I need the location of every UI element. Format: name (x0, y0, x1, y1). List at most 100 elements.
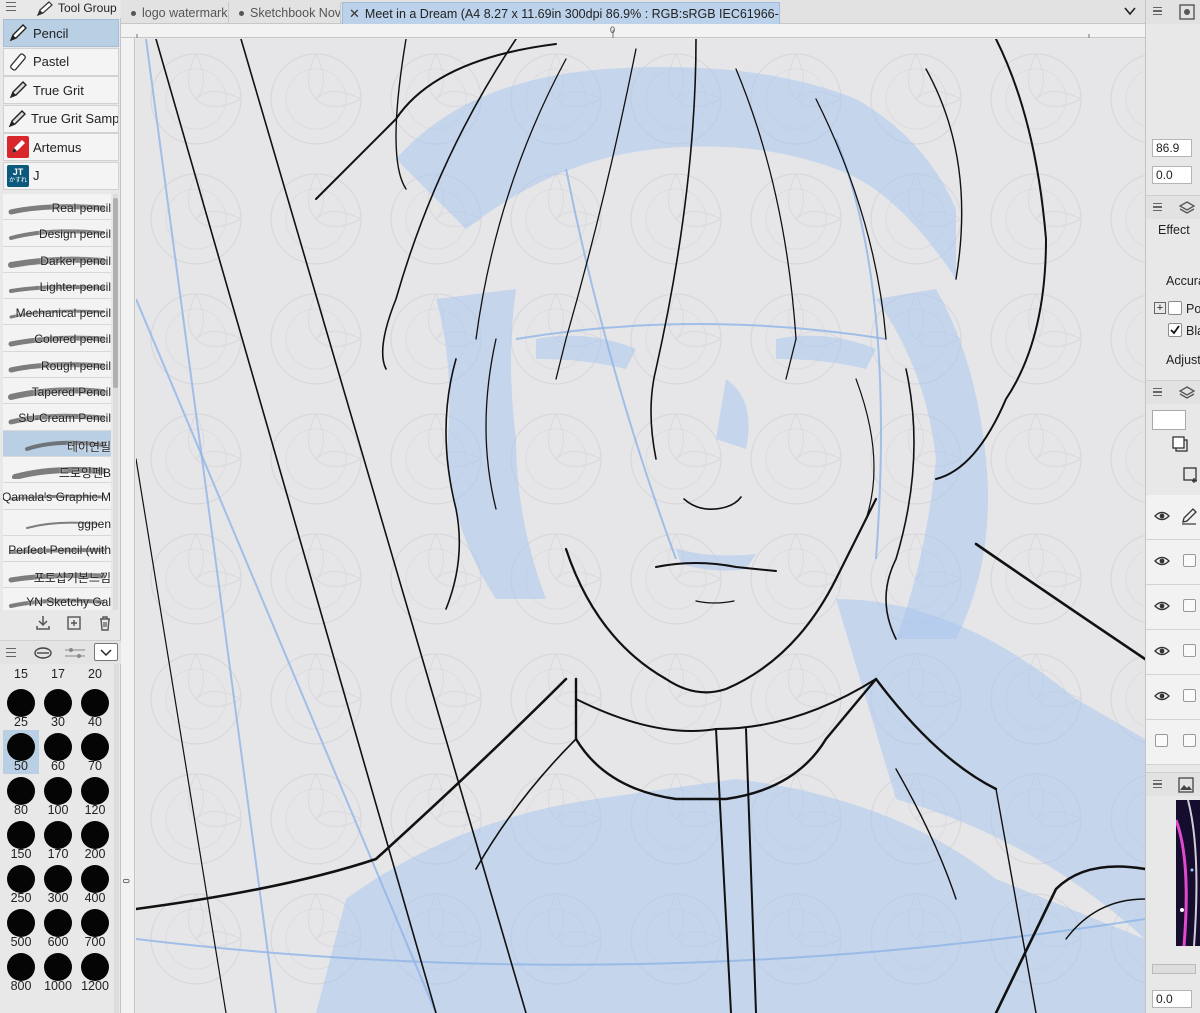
brush-item[interactable]: SU-Cream Pencil (3, 404, 111, 431)
link-icon[interactable] (33, 646, 53, 660)
size-cell-200[interactable]: 200 (77, 818, 113, 862)
brush-item[interactable]: 테이연필 (3, 430, 111, 457)
brush-item[interactable]: 포토샵기본느낌 (3, 562, 111, 589)
image-icon[interactable] (1178, 777, 1194, 793)
size-cell-70[interactable]: 70 (77, 730, 113, 774)
rotation-field[interactable]: 0.0 (1152, 166, 1192, 184)
layer-row[interactable] (1146, 630, 1200, 675)
panel-menu-icon[interactable] (6, 2, 16, 11)
layers-property-icon[interactable] (1178, 200, 1196, 216)
size-cell-17[interactable]: 17 (40, 664, 76, 684)
size-cell-500[interactable]: 500 (3, 906, 39, 950)
bla-checkbox[interactable] (1168, 323, 1182, 337)
size-cell-15[interactable]: 15 (3, 664, 39, 684)
layers-icon[interactable] (1178, 385, 1196, 401)
size-cell-600[interactable]: 600 (40, 906, 76, 950)
layer-lock-checkbox[interactable] (1183, 689, 1196, 702)
brush-item[interactable]: Lighter pencil (3, 272, 111, 300)
size-cell-250[interactable]: 250 (3, 862, 39, 906)
close-icon[interactable]: ✕ (349, 6, 360, 22)
size-cell-1000[interactable]: 1000 (40, 950, 76, 994)
zoom-field[interactable]: 86.9 (1152, 139, 1192, 157)
brush-item[interactable]: Tapered Pencil (3, 378, 111, 405)
layer-lock-checkbox[interactable] (1183, 734, 1196, 747)
subtool-pencil[interactable]: Pencil (3, 19, 119, 47)
tool-property-menu-icon[interactable] (1153, 203, 1162, 211)
subtool-true-grit[interactable]: True Grit (3, 76, 119, 105)
opacity-slider[interactable] (1152, 964, 1196, 974)
layer-menu-icon[interactable] (1153, 388, 1162, 396)
eye-icon[interactable] (1154, 690, 1170, 702)
subtool-true-grit-sample[interactable]: True Grit Sample (3, 104, 119, 133)
drawing-canvas[interactable] (136, 39, 1145, 1013)
size-cell-800[interactable]: 800 (3, 950, 39, 994)
size-cell-170[interactable]: 170 (40, 818, 76, 862)
size-cell-20[interactable]: 20 (77, 664, 113, 684)
layer-row[interactable] (1146, 585, 1200, 630)
layer-row[interactable] (1146, 540, 1200, 585)
layer-lock-checkbox[interactable] (1183, 554, 1196, 567)
scrollbar-thumb[interactable] (113, 198, 118, 388)
eye-icon[interactable] (1154, 510, 1170, 522)
size-cell-50[interactable]: 50 (3, 730, 39, 774)
brush-item[interactable]: Darker pencil (3, 246, 111, 273)
tab-logo-watermark[interactable]: logo watermark. (123, 2, 229, 24)
download-icon[interactable] (34, 614, 52, 632)
new-layer-icon[interactable] (1172, 436, 1190, 454)
brush-item[interactable]: ggpen (3, 509, 111, 536)
subtool-artemus[interactable]: Artemus (3, 133, 119, 162)
brush-item[interactable]: Design pencil (3, 220, 111, 247)
size-cell-30[interactable]: 30 (40, 686, 76, 730)
eye-icon[interactable] (1154, 555, 1170, 567)
size-cell-1200[interactable]: 1200 (77, 950, 113, 994)
layer-row[interactable] (1146, 720, 1200, 765)
preview-menu-icon[interactable] (1153, 780, 1162, 788)
subtool-pastel[interactable]: Pastel (3, 47, 119, 76)
brush-list-scrollbar[interactable] (113, 194, 118, 610)
brush-size-dot-icon (44, 909, 72, 937)
size-cell-400[interactable]: 400 (77, 862, 113, 906)
brush-item[interactable]: Mechanical pencil (3, 299, 111, 326)
size-cell-150[interactable]: 150 (3, 818, 39, 862)
layer-lock-checkbox[interactable] (1183, 644, 1196, 657)
size-grid-scrollbar[interactable] (114, 664, 119, 1013)
brush-item[interactable]: 드로잉펜B (3, 456, 111, 484)
size-cell-25[interactable]: 25 (3, 686, 39, 730)
tab-list-chevron-icon[interactable] (1123, 4, 1137, 18)
layer-row[interactable] (1146, 495, 1200, 540)
layer-lock-checkbox[interactable] (1183, 599, 1196, 612)
brush-item[interactable]: Colored pencil (3, 325, 111, 352)
expand-icon[interactable]: + (1154, 302, 1166, 314)
slider-settings-icon[interactable] (64, 647, 86, 659)
size-cell-100[interactable]: 100 (40, 774, 76, 818)
navigator-menu-icon[interactable] (1153, 7, 1162, 15)
size-cell-120[interactable]: 120 (77, 774, 113, 818)
eye-icon[interactable] (1154, 600, 1170, 612)
brush-item[interactable]: Rough pencil (3, 351, 111, 379)
layer-row[interactable] (1146, 675, 1200, 720)
size-cell-700[interactable]: 700 (77, 906, 113, 950)
size-panel-menu-icon[interactable] (6, 648, 16, 657)
brush-item[interactable]: Real pencil (3, 194, 111, 221)
blend-mode-select[interactable] (1152, 410, 1186, 430)
size-cell-40[interactable]: 40 (77, 686, 113, 730)
add-subtool-icon[interactable] (65, 614, 83, 632)
size-cell-60[interactable]: 60 (40, 730, 76, 774)
navigator-preview[interactable] (1176, 800, 1200, 946)
visibility-checkbox[interactable] (1155, 734, 1168, 747)
po-checkbox[interactable] (1168, 301, 1182, 315)
size-cell-300[interactable]: 300 (40, 862, 76, 906)
brush-item[interactable]: YN Sketchy Gal (3, 588, 111, 610)
brush-item[interactable]: Perfect Pencil (with (3, 535, 111, 563)
brush-item[interactable]: Qamala's Graphic M (3, 483, 111, 510)
subtool-j[interactable]: JT かすれ J (3, 161, 119, 190)
bottom-value-field[interactable]: 0.0 (1152, 990, 1192, 1008)
add-layer-icon[interactable] (1182, 466, 1200, 484)
tab-meet-in-a-dream[interactable]: ✕ Meet in a Dream (A4 8.27 x 11.69in 300… (342, 2, 780, 24)
trash-icon[interactable] (96, 614, 114, 632)
size-cell-80[interactable]: 80 (3, 774, 39, 818)
tab-sketchbook[interactable]: Sketchbook Nov (231, 2, 341, 24)
size-dropdown-button[interactable] (94, 643, 118, 661)
eye-icon[interactable] (1154, 645, 1170, 657)
navigator-icon[interactable] (1178, 3, 1196, 21)
